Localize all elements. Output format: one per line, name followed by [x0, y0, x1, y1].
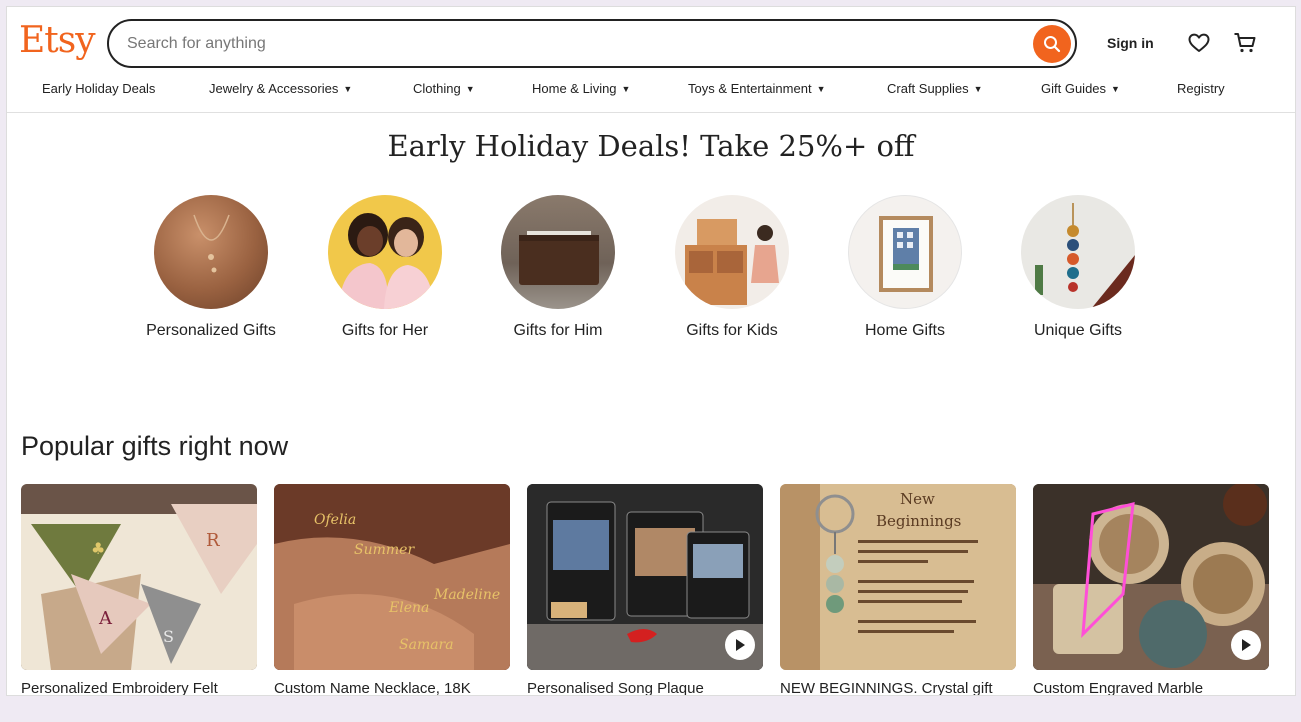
caret-down-icon: ▼ — [1111, 84, 1120, 94]
svg-text:Madeline: Madeline — [433, 587, 500, 603]
svg-text:Summer: Summer — [354, 542, 415, 558]
product-card[interactable]: ♣ R A S Personalized Embroidery Felt — [21, 484, 257, 695]
popular-section-title: Popular gifts right now — [21, 431, 289, 461]
cart-icon — [1234, 33, 1256, 53]
category-label: Home Gifts — [864, 322, 945, 339]
category-home-gifts[interactable]: Home Gifts — [835, 195, 975, 341]
nav-item-label: Home & Living — [532, 81, 617, 96]
category-image — [675, 195, 789, 309]
product-image — [527, 484, 763, 670]
svg-text:Samara: Samara — [399, 637, 454, 653]
browser-page: Etsy Sign in Earl — [6, 6, 1296, 696]
category-label: Personalized Gifts — [146, 322, 276, 339]
caret-down-icon: ▼ — [343, 84, 353, 94]
category-gifts-for-her[interactable]: Gifts for Her — [315, 195, 455, 341]
play-icon — [1242, 639, 1251, 651]
favorites-button[interactable] — [1187, 31, 1211, 55]
product-title[interactable]: NEW BEGINNINGS. Crystal gift — [780, 680, 1016, 695]
product-image: Ofelia Summer Madeline Elena Samara — [274, 484, 510, 670]
category-image — [848, 195, 962, 309]
product-title[interactable]: Personalized Embroidery Felt — [21, 680, 257, 695]
product-card[interactable]: Personalised Song Plaque — [527, 484, 763, 695]
nav-item-label: Early Holiday Deals — [42, 81, 156, 96]
nav-item-gift-guides[interactable]: Gift Guides ▼ — [1041, 81, 1120, 96]
category-label: Gifts for Kids — [686, 322, 778, 339]
caret-down-icon: ▼ — [973, 84, 983, 94]
search-button[interactable] — [1033, 25, 1071, 63]
nav-item-clothing[interactable]: Clothing ▼ — [413, 81, 475, 96]
svg-text:Ofelia: Ofelia — [314, 512, 356, 528]
svg-text:Elena: Elena — [388, 600, 429, 616]
nav-item-label: Registry — [1177, 81, 1225, 96]
category-gifts-for-him[interactable]: Gifts for Him — [488, 195, 628, 341]
nav-item-jewelry-accessories[interactable]: Jewelry & Accessories ▼ — [209, 81, 352, 96]
svg-text:R: R — [206, 530, 220, 551]
product-card[interactable]: Custom Engraved Marble — [1033, 484, 1269, 695]
nav-item-registry[interactable]: Registry — [1177, 81, 1225, 96]
site-header: Etsy Sign in — [7, 7, 1295, 79]
nav-item-toys-entertainment[interactable]: Toys & Entertainment ▼ — [688, 81, 825, 96]
caret-down-icon: ▼ — [816, 84, 826, 94]
category-label: Gifts for Him — [513, 322, 603, 339]
product-image: New Beginnings — [780, 484, 1016, 670]
category-unique-gifts[interactable]: Unique Gifts — [1008, 195, 1148, 341]
search-input[interactable] — [127, 33, 1007, 55]
svg-text:S: S — [163, 627, 174, 646]
category-image — [328, 195, 442, 309]
video-play-button[interactable] — [1231, 630, 1261, 660]
video-play-button[interactable] — [725, 630, 755, 660]
category-personalized-gifts[interactable]: Personalized Gifts — [141, 195, 281, 341]
product-title[interactable]: Custom Engraved Marble — [1033, 680, 1269, 695]
product-title[interactable]: Custom Name Necklace, 18K — [274, 680, 510, 695]
caret-down-icon: ▼ — [465, 84, 475, 94]
category-image — [501, 195, 615, 309]
svg-text:♣: ♣ — [91, 539, 105, 558]
category-gifts-for-kids[interactable]: Gifts for Kids — [662, 195, 802, 341]
product-title[interactable]: Personalised Song Plaque — [527, 680, 763, 695]
nav-item-early-holiday-deals[interactable]: Early Holiday Deals — [42, 81, 155, 96]
nav-item-label: Craft Supplies — [887, 81, 969, 96]
svg-text:Beginnings: Beginnings — [876, 512, 961, 530]
svg-text:A: A — [98, 608, 113, 629]
product-card[interactable]: New Beginnings NEW BEGINNINGS. Crystal g… — [780, 484, 1016, 695]
product-image: ♣ R A S — [21, 484, 257, 670]
nav-item-craft-supplies[interactable]: Craft Supplies ▼ — [887, 81, 983, 96]
play-icon — [736, 639, 745, 651]
nav-item-label: Jewelry & Accessories — [209, 81, 339, 96]
nav-item-label: Gift Guides — [1041, 81, 1107, 96]
svg-text:New: New — [900, 490, 935, 508]
nav-item-home-living[interactable]: Home & Living ▼ — [532, 81, 630, 96]
category-label: Gifts for Her — [341, 322, 429, 339]
promo-headline: Early Holiday Deals! Take 25%+ off — [387, 129, 915, 163]
category-label: Unique Gifts — [1033, 322, 1123, 339]
search-icon — [1044, 36, 1061, 53]
product-image — [1033, 484, 1269, 670]
nav-item-label: Toys & Entertainment — [688, 81, 812, 96]
search-bar — [107, 19, 1077, 68]
sign-in-link[interactable]: Sign in — [1107, 35, 1154, 51]
caret-down-icon: ▼ — [621, 84, 631, 94]
heart-icon — [1188, 33, 1210, 52]
category-image — [154, 195, 268, 309]
category-nav: Early Holiday Deals Jewelry & Accessorie… — [7, 79, 1295, 113]
etsy-logo[interactable]: Etsy — [19, 19, 96, 63]
nav-item-label: Clothing — [413, 81, 461, 96]
category-image — [1021, 195, 1135, 309]
cart-button[interactable] — [1233, 31, 1257, 55]
product-card[interactable]: Ofelia Summer Madeline Elena Samara Cust… — [274, 484, 510, 695]
